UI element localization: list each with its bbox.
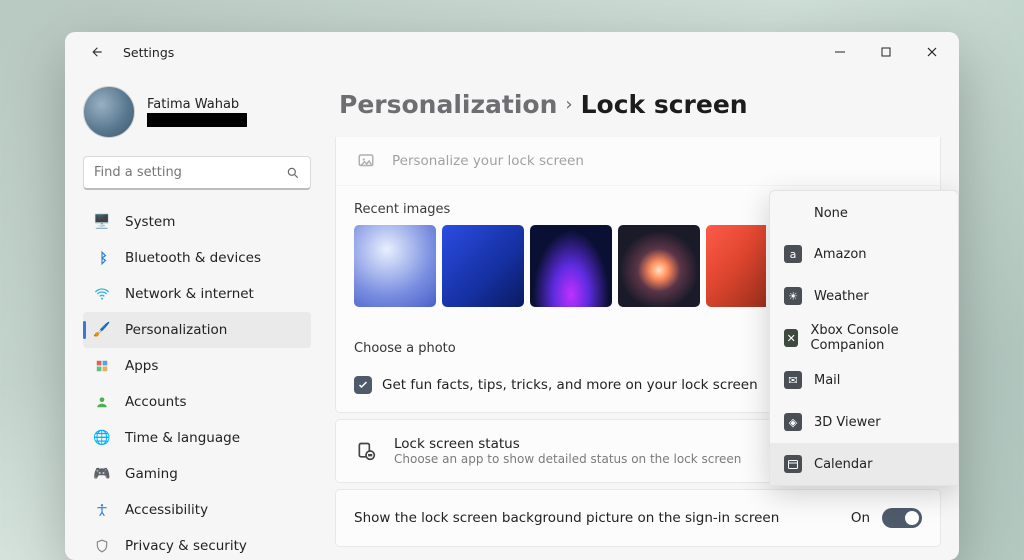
sidebar-item-label: Apps (125, 358, 158, 374)
status-app-icon (354, 439, 378, 463)
breadcrumb: Personalization › Lock screen (335, 82, 941, 137)
toggle-state-label: On (851, 510, 870, 526)
sidebar-item-system[interactable]: 🖥️ System (83, 204, 311, 240)
amazon-icon: a (784, 245, 802, 263)
flyout-item-calendar[interactable]: Calendar (770, 443, 958, 485)
sidebar: Fatima Wahab 🖥️ System (65, 72, 325, 560)
globe-clock-icon: 🌐 (93, 429, 111, 447)
close-icon (927, 47, 937, 57)
close-button[interactable] (909, 36, 955, 68)
sidebar-item-apps[interactable]: Apps (83, 348, 311, 384)
flyout-item-3dviewer[interactable]: ◈ 3D Viewer (770, 401, 958, 443)
back-button[interactable] (83, 38, 111, 66)
flyout-item-xbox[interactable]: ✕ Xbox Console Companion (770, 317, 958, 359)
minimize-icon (835, 47, 845, 57)
sidebar-item-time-language[interactable]: 🌐 Time & language (83, 420, 311, 456)
breadcrumb-parent[interactable]: Personalization (339, 90, 557, 119)
search-icon (286, 166, 300, 180)
profile-name: Fatima Wahab (147, 97, 247, 112)
flyout-item-mail[interactable]: ✉ Mail (770, 359, 958, 401)
titlebar: Settings (65, 32, 959, 72)
related-settings-heading: Related settings (335, 553, 941, 560)
maximize-icon (881, 47, 891, 57)
recent-image-thumb[interactable] (618, 225, 700, 307)
sidebar-item-label: Accessibility (125, 502, 208, 518)
app-title: Settings (123, 45, 174, 60)
recent-images-row (336, 225, 766, 325)
shield-icon (93, 537, 111, 555)
arrow-left-icon (90, 45, 104, 59)
search-input[interactable] (94, 165, 286, 180)
sidebar-item-personalization[interactable]: 🖌️ Personalization (83, 312, 311, 348)
gamepad-icon: 🎮 (93, 465, 111, 483)
xbox-icon: ✕ (784, 329, 798, 347)
search-box[interactable] (83, 156, 311, 190)
calendar-icon (784, 455, 802, 473)
recent-image-thumb[interactable] (354, 225, 436, 307)
status-app-flyout: None a Amazon ☀ Weather ✕ Xbox Console C… (769, 190, 959, 486)
chevron-right-icon: › (565, 94, 572, 115)
fun-facts-checkbox[interactable] (354, 376, 372, 394)
bluetooth-icon (93, 249, 111, 267)
sidebar-item-privacy[interactable]: Privacy & security (83, 528, 311, 560)
flyout-item-label: Weather (814, 289, 869, 304)
status-card-title: Lock screen status (394, 436, 741, 452)
status-card-subtitle: Choose an app to show detailed status on… (394, 452, 741, 466)
flyout-item-amazon[interactable]: a Amazon (770, 233, 958, 275)
recent-image-thumb[interactable] (530, 225, 612, 307)
image-icon (354, 149, 378, 173)
sidebar-item-label: Network & internet (125, 286, 254, 302)
content-area: Personalization › Lock screen Personaliz… (325, 72, 959, 560)
sidebar-item-accounts[interactable]: Accounts (83, 384, 311, 420)
recent-image-thumb[interactable] (442, 225, 524, 307)
paintbrush-icon: 🖌️ (93, 321, 111, 339)
profile-block[interactable]: Fatima Wahab (83, 80, 311, 152)
sidebar-item-gaming[interactable]: 🎮 Gaming (83, 456, 311, 492)
flyout-item-label: 3D Viewer (814, 415, 881, 430)
sidebar-item-label: Personalization (125, 322, 227, 338)
flyout-item-none[interactable]: None (770, 191, 958, 233)
signin-picture-toggle[interactable] (882, 508, 922, 528)
avatar (83, 86, 135, 138)
apps-icon (93, 357, 111, 375)
sidebar-item-bluetooth[interactable]: Bluetooth & devices (83, 240, 311, 276)
page-title: Lock screen (581, 90, 748, 119)
recent-image-thumb[interactable] (706, 225, 766, 307)
wifi-icon (93, 285, 111, 303)
settings-window: Settings Fatima Wahab (65, 32, 959, 560)
sidebar-nav: 🖥️ System Bluetooth & devices Network & … (83, 204, 311, 560)
weather-icon: ☀ (784, 287, 802, 305)
person-icon (93, 393, 111, 411)
sidebar-item-label: Gaming (125, 466, 178, 482)
sidebar-item-label: Accounts (125, 394, 187, 410)
minimize-button[interactable] (817, 36, 863, 68)
signin-picture-card: Show the lock screen background picture … (335, 489, 941, 547)
check-icon (357, 379, 369, 391)
profile-email-redacted (147, 113, 247, 127)
flyout-item-label: Xbox Console Companion (810, 323, 944, 353)
personalize-header-label: Personalize your lock screen (392, 153, 584, 169)
sidebar-item-label: Time & language (125, 430, 240, 446)
sidebar-item-label: System (125, 214, 175, 230)
personalize-header-row[interactable]: Personalize your lock screen (336, 137, 940, 186)
sidebar-item-label: Privacy & security (125, 538, 247, 554)
sidebar-item-network[interactable]: Network & internet (83, 276, 311, 312)
sidebar-item-label: Bluetooth & devices (125, 250, 261, 266)
maximize-button[interactable] (863, 36, 909, 68)
flyout-item-label: Calendar (814, 457, 872, 472)
signin-picture-label: Show the lock screen background picture … (354, 510, 851, 526)
accessibility-icon (93, 501, 111, 519)
mail-icon: ✉ (784, 371, 802, 389)
display-icon: 🖥️ (93, 213, 111, 231)
flyout-item-label: Mail (814, 373, 840, 388)
flyout-item-label: Amazon (814, 247, 867, 262)
sidebar-item-accessibility[interactable]: Accessibility (83, 492, 311, 528)
flyout-item-label: None (814, 206, 848, 221)
cube-icon: ◈ (784, 413, 802, 431)
fun-facts-label: Get fun facts, tips, tricks, and more on… (382, 377, 758, 393)
flyout-item-weather[interactable]: ☀ Weather (770, 275, 958, 317)
